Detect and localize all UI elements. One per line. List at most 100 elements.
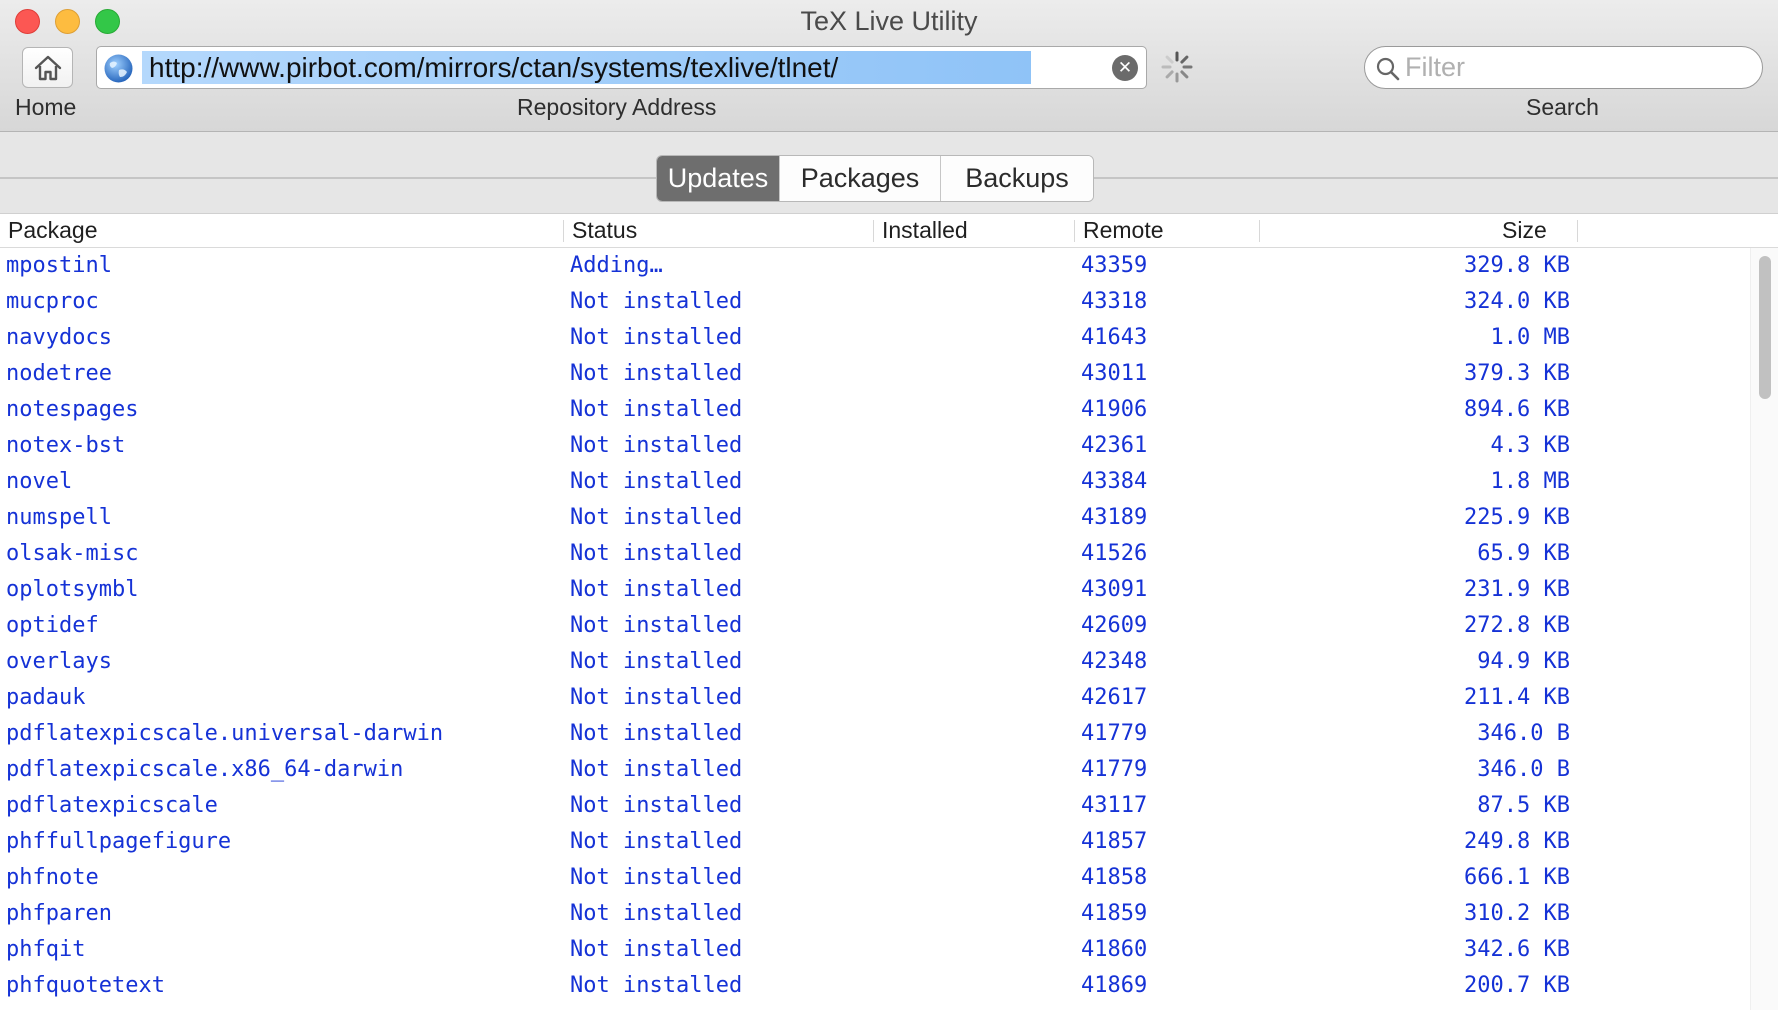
package-remote-version: 42609 <box>1081 613 1148 638</box>
window-title: TeX Live Utility <box>800 6 978 36</box>
scrollbar-thumb[interactable] <box>1759 256 1771 399</box>
package-status: Not installed <box>570 613 743 638</box>
home-button[interactable] <box>22 47 73 88</box>
package-name: novel <box>6 469 73 494</box>
table-row[interactable]: pdflatexpicscale Not installed 43117 87.… <box>0 788 1750 824</box>
column-separator[interactable] <box>563 220 564 242</box>
package-name: navydocs <box>6 325 112 350</box>
package-size: 272.8 KB <box>1464 613 1570 638</box>
package-status: Not installed <box>570 433 743 458</box>
package-size: 346.0 B <box>1477 757 1570 782</box>
package-name: mucproc <box>6 289 99 314</box>
table-row[interactable]: pdflatexpicscale.x86_64-darwin Not insta… <box>0 752 1750 788</box>
filter-search-field[interactable]: Filter <box>1364 46 1763 89</box>
table-row[interactable]: nodetree Not installed 43011 379.3 KB <box>0 356 1750 392</box>
view-tabs: Updates Packages Backups <box>656 155 1094 202</box>
package-status: Not installed <box>570 325 743 350</box>
package-remote-version: 41643 <box>1081 325 1148 350</box>
package-size: 1.8 MB <box>1490 469 1570 494</box>
package-remote-version: 41859 <box>1081 901 1148 926</box>
package-remote-version: 43011 <box>1081 361 1148 386</box>
repository-address-label: Repository Address <box>517 94 717 120</box>
table-row[interactable]: navydocs Not installed 41643 1.0 MB <box>0 320 1750 356</box>
table-row[interactable]: phfnote Not installed 41858 666.1 KB <box>0 860 1750 896</box>
tab-packages[interactable]: Packages <box>779 156 940 201</box>
package-status: Not installed <box>570 937 743 962</box>
column-separator[interactable] <box>1074 220 1075 242</box>
package-size: 94.9 KB <box>1477 649 1570 674</box>
repository-address-value[interactable]: http://www.pirbot.com/mirrors/ctan/syste… <box>149 51 838 84</box>
package-name: pdflatexpicscale.universal-darwin <box>6 721 444 746</box>
table-row[interactable]: padauk Not installed 42617 211.4 KB <box>0 680 1750 716</box>
table-row[interactable]: oplotsymbl Not installed 43091 231.9 KB <box>0 572 1750 608</box>
package-status: Not installed <box>570 865 743 890</box>
clear-circle-x-icon[interactable]: ✕ <box>1112 55 1138 81</box>
package-name: olsak-misc <box>6 541 139 566</box>
package-status: Not installed <box>570 793 743 818</box>
package-name: phfqit <box>6 937 86 962</box>
package-name: pdflatexpicscale.x86_64-darwin <box>6 757 404 782</box>
vertical-scrollbar[interactable] <box>1750 248 1778 1010</box>
table-row[interactable]: mucproc Not installed 43318 324.0 KB <box>0 284 1750 320</box>
package-size: 65.9 KB <box>1477 541 1570 566</box>
package-remote-version: 43359 <box>1081 253 1148 278</box>
package-name: numspell <box>6 505 112 530</box>
package-size: 894.6 KB <box>1464 397 1570 422</box>
package-name: phfquotetext <box>6 973 165 998</box>
table-row[interactable]: olsak-misc Not installed 41526 65.9 KB <box>0 536 1750 572</box>
package-remote-version: 41779 <box>1081 757 1148 782</box>
table-row[interactable]: pdflatexpicscale.universal-darwin Not in… <box>0 716 1750 752</box>
table-row[interactable]: phfquotetext Not installed 41869 200.7 K… <box>0 968 1750 1004</box>
package-remote-version: 43384 <box>1081 469 1148 494</box>
package-status: Not installed <box>570 469 743 494</box>
tab-backups[interactable]: Backups <box>940 156 1093 201</box>
table-row[interactable]: notespages Not installed 41906 894.6 KB <box>0 392 1750 428</box>
package-remote-version: 42361 <box>1081 433 1148 458</box>
package-name: phffullpagefigure <box>6 829 232 854</box>
package-status: Not installed <box>570 361 743 386</box>
table-row[interactable]: novel Not installed 43384 1.8 MB <box>0 464 1750 500</box>
package-size: 231.9 KB <box>1464 577 1570 602</box>
column-header-size[interactable]: Size <box>1502 214 1547 247</box>
table-row[interactable]: phfparen Not installed 41859 310.2 KB <box>0 896 1750 932</box>
magnifier-icon <box>1376 57 1400 81</box>
package-size: 310.2 KB <box>1464 901 1570 926</box>
globe-icon <box>104 54 133 83</box>
package-status: Not installed <box>570 577 743 602</box>
package-size: 324.0 KB <box>1464 289 1570 314</box>
table-row[interactable]: phfqit Not installed 41860 342.6 KB <box>0 932 1750 968</box>
package-remote-version: 43091 <box>1081 577 1148 602</box>
column-header-package[interactable]: Package <box>8 214 98 247</box>
package-name: optidef <box>6 613 99 638</box>
package-name: notex-bst <box>6 433 126 458</box>
package-size: 1.0 MB <box>1490 325 1570 350</box>
house-icon <box>34 55 61 80</box>
tab-updates[interactable]: Updates <box>657 156 779 201</box>
package-size: 211.4 KB <box>1464 685 1570 710</box>
column-header-installed[interactable]: Installed <box>882 214 968 247</box>
column-separator[interactable] <box>1577 220 1578 242</box>
package-name: padauk <box>6 685 86 710</box>
repository-address-field[interactable]: http://www.pirbot.com/mirrors/ctan/syste… <box>96 46 1147 89</box>
column-separator[interactable] <box>1259 220 1260 242</box>
table-row[interactable]: optidef Not installed 42609 272.8 KB <box>0 608 1750 644</box>
table-row[interactable]: mpostinl Adding… 43359 329.8 KB <box>0 248 1750 284</box>
column-separator[interactable] <box>873 220 874 242</box>
package-status: Not installed <box>570 505 743 530</box>
filter-placeholder: Filter <box>1405 52 1465 82</box>
column-header-status[interactable]: Status <box>572 214 637 247</box>
package-remote-version: 41857 <box>1081 829 1148 854</box>
package-size: 87.5 KB <box>1477 793 1570 818</box>
table-row[interactable]: notex-bst Not installed 42361 4.3 KB <box>0 428 1750 464</box>
package-name: phfparen <box>6 901 112 926</box>
column-header-remote[interactable]: Remote <box>1083 214 1164 247</box>
table-row[interactable]: numspell Not installed 43189 225.9 KB <box>0 500 1750 536</box>
table-row[interactable]: overlays Not installed 42348 94.9 KB <box>0 644 1750 680</box>
package-remote-version: 41779 <box>1081 721 1148 746</box>
package-status: Not installed <box>570 397 743 422</box>
package-remote-version: 43318 <box>1081 289 1148 314</box>
table-row[interactable]: phffullpagefigure Not installed 41857 24… <box>0 824 1750 860</box>
package-status: Not installed <box>570 541 743 566</box>
package-name: notespages <box>6 397 139 422</box>
package-name: nodetree <box>6 361 112 386</box>
